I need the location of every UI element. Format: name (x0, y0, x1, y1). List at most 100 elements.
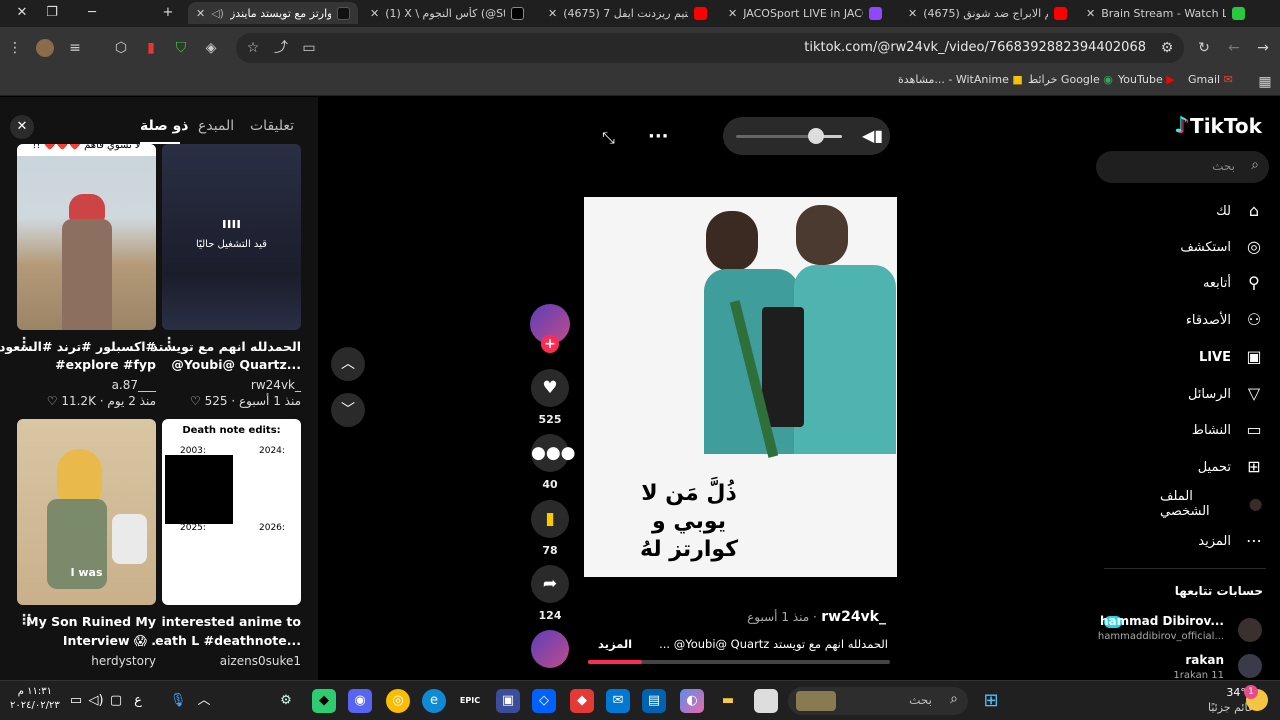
game-app-icon[interactable]: ◆ (312, 689, 336, 713)
app-icon[interactable] (754, 689, 778, 713)
account-name[interactable]: rakan (1185, 653, 1224, 667)
video-caption[interactable]: interested anime to (161, 614, 301, 629)
forward-icon[interactable]: ← (1225, 39, 1243, 57)
discord-icon[interactable]: ◉ (348, 689, 372, 713)
video-caption[interactable]: #explore #fyp (55, 357, 156, 372)
account-name[interactable]: hammad Dibirov... (1100, 614, 1224, 628)
address-bar[interactable]: ☆ ⤴ ▭ tiktok.com/@rw24vk_/video/76683928… (236, 33, 1184, 63)
extensions-icon[interactable]: ⬡ (112, 39, 130, 57)
account-avatar[interactable] (1238, 618, 1262, 642)
language-indicator[interactable]: ع (126, 689, 150, 713)
sidebar-item-live[interactable]: LIVE ▣ (1160, 344, 1265, 370)
bookmark-gmail[interactable]: Gmail ✉ (1188, 73, 1233, 86)
epic-games-icon[interactable]: EPIC (458, 689, 482, 713)
close-tab-icon[interactable]: ✕ (548, 7, 557, 20)
tab-youtube-1[interactable]: ✕ (4675) تختيم ريزدنت ايفل 7 (540, 2, 715, 24)
bookmark-star-icon[interactable]: ☆ (244, 39, 262, 57)
sidebar-item-messages[interactable]: الرسائل ▽ (1160, 381, 1265, 407)
video-caption[interactable]: #اكسبلور #ترند #السعودية (0, 339, 156, 354)
dropbox-icon[interactable]: ◇ (532, 689, 556, 713)
sidebar-item-friends[interactable]: الأصدقاء ⚇ (1160, 307, 1265, 333)
minimize-window-icon[interactable]: ─ (82, 4, 102, 22)
steam-icon[interactable]: ⚙ (274, 689, 298, 713)
extension-icon[interactable]: ▮ (142, 39, 160, 57)
tab-comments[interactable]: تعليقات (250, 118, 294, 134)
close-tab-icon[interactable]: ✕ (728, 7, 737, 20)
previous-video-button[interactable]: ︿ (331, 347, 365, 381)
site-settings-icon[interactable]: ⚙ (1158, 39, 1176, 57)
close-tab-icon[interactable]: ✕ (1086, 7, 1095, 20)
video-caption[interactable]: eath L #deathnote... (155, 633, 301, 648)
tab-brain-stream[interactable]: ✕ Brain Stream - Watch Live (1078, 2, 1253, 24)
privacy-icon[interactable]: ◈ (202, 39, 220, 57)
tab-youtube-2[interactable]: ✕ (4675) تيم الابراج ضد شونق (900, 2, 1075, 24)
tab-related[interactable]: ذو صلة (140, 118, 189, 134)
clock[interactable]: ١١:٣١ م ٢٠٢٤/٠٢/٢٣ (10, 685, 60, 713)
cast-icon[interactable]: ▭ (300, 39, 318, 57)
video-thumbnail[interactable]: لا تسوي فاهم ❤️❤️❤️ !! (17, 144, 156, 330)
profile-avatar[interactable] (36, 39, 54, 57)
video-caption[interactable]: Interview 😱 . (63, 633, 156, 648)
store-icon[interactable]: ▤ (642, 689, 666, 713)
more-dots-icon[interactable]: ··· (648, 126, 669, 147)
reading-list-icon[interactable]: ≡ (66, 39, 84, 57)
tab-tiktok-video[interactable]: ✕ ◁) كوارتز مع تويستد مايندز (188, 2, 358, 24)
bookmark-maps[interactable]: خرائط Google ◉ (1028, 73, 1113, 86)
restore-window-icon[interactable]: ❐ (42, 4, 62, 22)
tiktok-logo[interactable]: ♪ TikTok (1174, 113, 1262, 138)
sidebar-item-activity[interactable]: النشاط ▭ (1160, 417, 1265, 443)
volume-knob[interactable] (807, 128, 824, 144)
comment-button[interactable]: ●●● (531, 434, 576, 472)
close-tab-icon[interactable]: ✕ (908, 7, 917, 20)
video-thumbnail[interactable]: Death note edits: 2003: 2024: 2025: 2026… (162, 419, 301, 605)
new-tab-icon[interactable]: + (158, 4, 178, 22)
sidebar-item-explore[interactable]: استكشف ◎ (1160, 234, 1265, 260)
app-icon[interactable]: ▣ (496, 689, 520, 713)
video-thumbnail[interactable]: ıııı قيد التشغيل حاليًا (162, 144, 301, 330)
tab-twitch[interactable]: ✕ JACOSport LIVE in JACO - J (720, 2, 890, 24)
taskbar-search[interactable]: بحث ⌕ (788, 687, 968, 715)
share-icon[interactable]: ⤴ (272, 39, 290, 57)
close-window-icon[interactable]: ✕ (12, 4, 32, 22)
shield-icon[interactable]: ⛉ (172, 39, 190, 57)
edge-icon[interactable]: e (422, 689, 446, 713)
search-box[interactable]: بحث ⌕ (1096, 151, 1269, 183)
author-name[interactable]: rw24vk_ (251, 378, 301, 392)
sidebar-item-foryou[interactable]: لك ⌂ (1160, 198, 1265, 224)
follow-plus-icon[interactable]: + (541, 335, 559, 353)
account-avatar[interactable] (1238, 654, 1262, 678)
copilot-icon[interactable]: ◐ (680, 689, 704, 713)
author-name[interactable]: herdystory (91, 654, 156, 668)
microphone-icon[interactable]: 🎙 (166, 689, 190, 713)
tab-x[interactable]: ✕ (1) X \ كأس النجوم (@Strsc (362, 2, 532, 24)
tray-chevron-icon[interactable]: ︿ (192, 689, 216, 713)
close-panel-button[interactable]: ✕ (10, 115, 34, 139)
chrome-icon[interactable]: ◎ (386, 689, 410, 713)
reload-icon[interactable]: ↻ (1195, 39, 1213, 57)
volume-control[interactable]: ◀▮ (723, 117, 890, 155)
music-disc[interactable] (531, 630, 569, 668)
author-name[interactable]: rw24vk_ (821, 609, 886, 625)
like-button[interactable]: ♥ (531, 369, 569, 407)
video-thumbnail[interactable]: I was (17, 419, 156, 605)
video-caption[interactable]: My Son Ruined My (26, 614, 156, 629)
save-button[interactable]: ▮ (531, 500, 569, 538)
file-explorer-icon[interactable]: ▬ (716, 689, 740, 713)
more-link[interactable]: المزيد (598, 637, 632, 651)
network-icon[interactable]: ▢ (104, 689, 128, 713)
search-icon[interactable]: ⌕ (1251, 157, 1259, 173)
tab-creator[interactable]: المبدع (198, 118, 234, 134)
close-tab-icon[interactable]: ✕ (370, 7, 379, 20)
sidebar-item-profile[interactable]: الملف الشخصي ● (1160, 489, 1265, 519)
url-text[interactable]: tiktok.com/@rw24vk_/video/76683928823944… (804, 40, 1146, 55)
app-icon[interactable]: ◆ (570, 689, 594, 713)
bookmark-witanime[interactable]: مشاهدة... - WitAnime ■ (898, 73, 1023, 86)
author-name[interactable]: a.87___ (112, 378, 156, 392)
back-icon[interactable]: → (1254, 39, 1272, 57)
fullscreen-icon[interactable]: ⤡ (602, 128, 615, 148)
close-tab-icon[interactable]: ✕ (196, 7, 205, 20)
author-name[interactable]: aizens0suke1 (220, 654, 301, 668)
sidebar-item-more[interactable]: المزيد ⋯ (1160, 528, 1265, 554)
bookmark-youtube[interactable]: YouTube ▶ (1118, 73, 1175, 86)
progress-track[interactable] (588, 660, 890, 664)
